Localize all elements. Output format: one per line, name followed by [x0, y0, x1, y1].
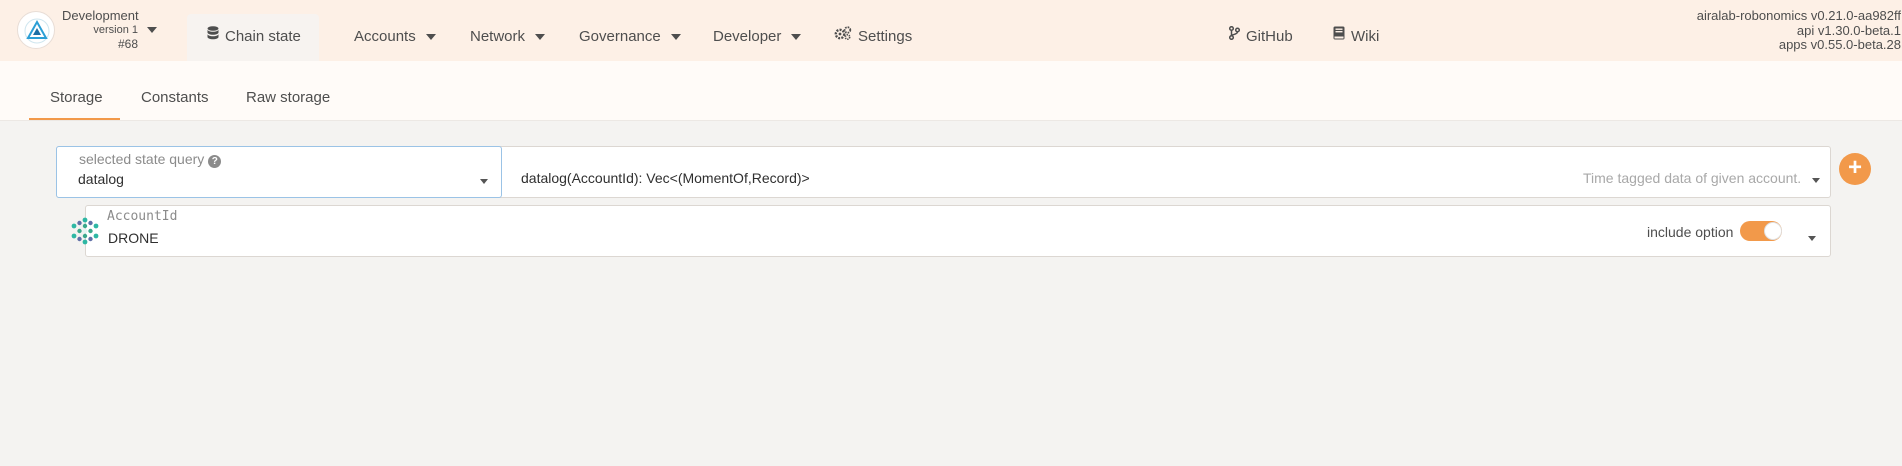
add-query-button[interactable]: + — [1839, 153, 1871, 185]
nav-accounts[interactable]: Accounts — [354, 14, 436, 61]
account-id-label: AccountId — [107, 209, 178, 224]
nav-governance[interactable]: Governance — [579, 14, 681, 61]
caret-down-icon — [791, 34, 802, 41]
caret-down-icon — [480, 179, 488, 184]
caret-down-icon[interactable] — [1812, 178, 1820, 183]
top-navbar: Development version 1 #68 Chain state Ac… — [0, 0, 1902, 61]
block-number: #68 — [117, 37, 138, 51]
code-branch-icon — [1228, 13, 1241, 58]
tab-storage[interactable]: Storage — [50, 61, 103, 121]
state-query-label: selected state query? — [79, 151, 222, 168]
link-wiki[interactable]: Wiki — [1333, 14, 1379, 61]
chevron-down-icon[interactable] — [147, 27, 157, 33]
link-label: GitHub — [1246, 28, 1293, 45]
caret-down-icon — [535, 34, 546, 41]
account-id-value[interactable]: DRONE — [108, 230, 159, 246]
nav-chain-state[interactable]: Chain state — [207, 14, 301, 61]
chain-info[interactable]: Development version 1 #68 — [62, 8, 139, 51]
sub-tabs-bar: Storage Constants Raw storage — [0, 61, 1902, 121]
include-option-toggle[interactable] — [1740, 221, 1782, 241]
active-tab-indicator — [29, 118, 120, 120]
chain-logo-icon[interactable] — [17, 11, 55, 49]
book-icon — [1333, 13, 1345, 58]
database-icon — [207, 13, 219, 58]
nav-label: Chain state — [225, 28, 301, 45]
tab-raw-storage[interactable]: Raw storage — [246, 61, 330, 121]
tab-constants[interactable]: Constants — [141, 61, 209, 121]
apps-version: apps v0.55.0-beta.28 — [1778, 37, 1901, 52]
chain-version: version 1 — [93, 24, 138, 36]
caret-down-icon — [425, 34, 436, 41]
toggle-knob — [1764, 222, 1782, 240]
help-icon[interactable]: ? — [208, 155, 222, 168]
nav-label: Network — [470, 28, 526, 45]
nav-network[interactable]: Network — [470, 14, 546, 61]
identicon-avatar — [71, 217, 99, 245]
storage-item-description: Time tagged data of given account. — [1583, 170, 1802, 186]
version-info: airalab-robonomics v0.21.0-aa982ff api v… — [1642, 8, 1902, 53]
link-github[interactable]: GitHub — [1228, 13, 1293, 61]
nav-label: Accounts — [354, 28, 416, 45]
caret-down-icon — [670, 34, 681, 41]
state-query-dropdown[interactable]: selected state query? datalog — [56, 146, 502, 198]
nav-developer[interactable]: Developer — [713, 14, 802, 61]
cogs-icon — [834, 13, 852, 58]
nav-label: Governance — [579, 28, 661, 45]
caret-down-icon[interactable] — [1808, 236, 1816, 241]
storage-item-signature[interactable]: datalog(AccountId): Vec<(MomentOf,Record… — [521, 170, 810, 186]
nav-label: Developer — [713, 28, 782, 45]
nav-label: Settings — [858, 28, 913, 45]
state-query-value: datalog — [78, 171, 124, 187]
chain-name: Development — [62, 8, 139, 23]
node-version: airalab-robonomics v0.21.0-aa982ff — [1696, 8, 1901, 23]
account-input-box[interactable] — [85, 205, 1831, 257]
api-version: api v1.30.0-beta.1 — [1796, 22, 1901, 38]
include-option-label: include option — [1647, 224, 1734, 240]
nav-settings[interactable]: Settings — [834, 14, 912, 61]
link-label: Wiki — [1351, 28, 1380, 45]
